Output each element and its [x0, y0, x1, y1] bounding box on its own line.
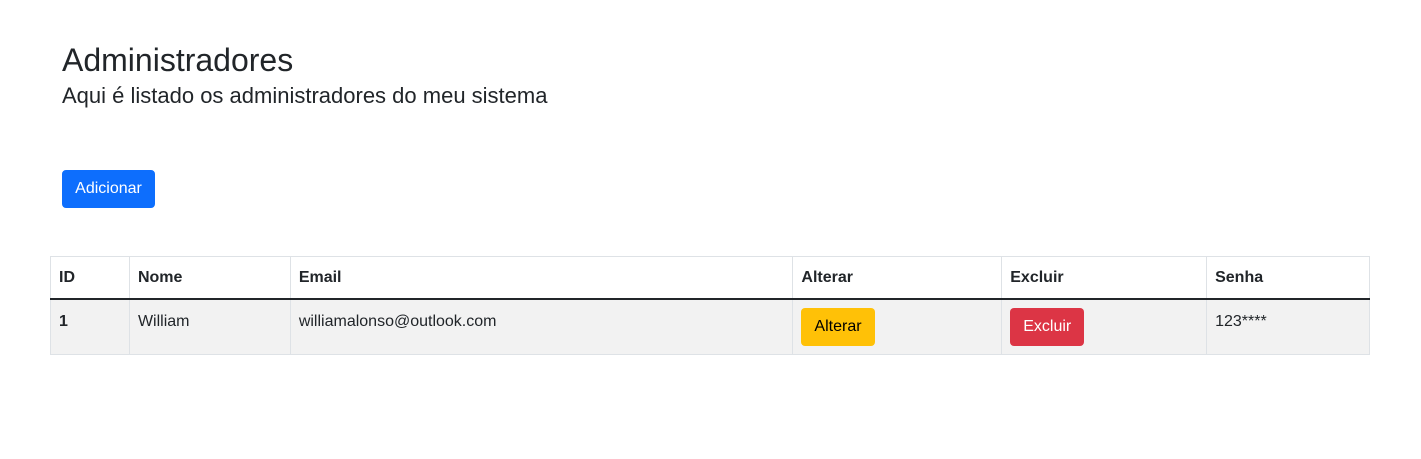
column-header-id: ID: [50, 256, 130, 300]
page-header: Administradores Aqui é listado os admini…: [62, 40, 547, 110]
table-body: 1 William williamalonso@outlook.com Alte…: [50, 298, 1370, 355]
excluir-button[interactable]: Excluir: [1010, 307, 1085, 346]
cell-email: williamalonso@outlook.com: [289, 298, 794, 355]
column-header-alterar: Alterar: [792, 256, 1003, 300]
table-header: ID Nome Email Alterar Excluir Senha: [50, 256, 1370, 300]
column-header-nome: Nome: [128, 256, 291, 300]
column-header-senha: Senha: [1206, 256, 1370, 300]
add-button[interactable]: Adicionar: [62, 170, 155, 208]
cell-alterar: Alterar: [792, 298, 1003, 355]
page-title: Administradores: [62, 42, 294, 78]
column-header-email: Email: [289, 256, 794, 300]
table-row: 1 William williamalonso@outlook.com Alte…: [50, 298, 1370, 355]
cell-id: 1: [50, 298, 130, 355]
cell-excluir: Excluir: [1001, 298, 1208, 355]
page-subtitle: Aqui é listado os administradores do meu…: [62, 83, 548, 108]
administrators-table: ID Nome Email Alterar Excluir Senha 1 Wi…: [50, 256, 1370, 355]
column-header-excluir: Excluir: [1001, 256, 1208, 300]
cell-nome: William: [128, 298, 291, 355]
table-header-row: ID Nome Email Alterar Excluir Senha: [50, 256, 1370, 300]
cell-senha: 123****: [1206, 298, 1370, 355]
alterar-button[interactable]: Alterar: [801, 307, 875, 346]
